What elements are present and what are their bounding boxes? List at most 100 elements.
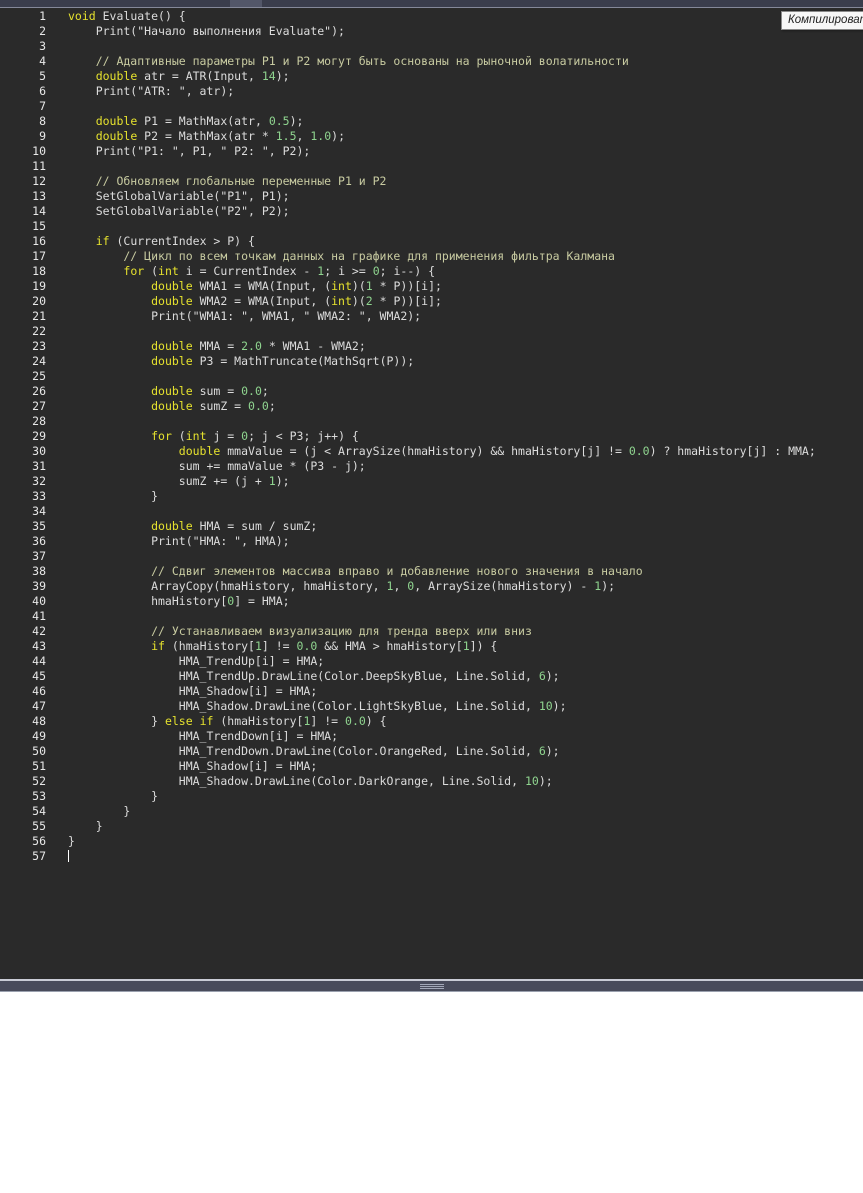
code-line[interactable]: 51 HMA_Shadow[i] = HMA; [0,759,863,774]
code-line[interactable]: 47 HMA_Shadow.DrawLine(Color.LightSkyBlu… [0,699,863,714]
code-line[interactable]: 20 double WMA2 = WMA(Input, (int)(2 * P)… [0,294,863,309]
code-line[interactable]: 18 for (int i = CurrentIndex - 1; i >= 0… [0,264,863,279]
code-line[interactable]: 31 sum += mmaValue * (P3 - j); [0,459,863,474]
line-number: 37 [0,549,46,564]
ide-window: 1void Evaluate() {2 Print("Начало выполн… [0,0,863,1193]
code-line[interactable]: 34 [0,504,863,519]
code-line[interactable]: 13 SetGlobalVariable("P1", P1); [0,189,863,204]
code-text: double MMA = 2.0 * WMA1 - WMA2; [46,339,366,354]
code-line[interactable]: 14 SetGlobalVariable("P2", P2); [0,204,863,219]
code-line[interactable]: 37 [0,549,863,564]
line-number: 19 [0,279,46,294]
code-line[interactable]: 2 Print("Начало выполнения Evaluate"); [0,24,863,39]
code-line[interactable]: 25 [0,369,863,384]
code-line[interactable]: 22 [0,324,863,339]
code-text: HMA_Shadow[i] = HMA; [46,684,317,699]
code-line[interactable]: 40 hmaHistory[0] = HMA; [0,594,863,609]
line-number: 10 [0,144,46,159]
code-text: HMA_Shadow[i] = HMA; [46,759,317,774]
code-line[interactable]: 48 } else if (hmaHistory[1] != 0.0) { [0,714,863,729]
code-text [46,609,68,624]
line-number: 6 [0,84,46,99]
line-number: 50 [0,744,46,759]
code-lines-container: 1void Evaluate() {2 Print("Начало выполн… [0,9,863,864]
code-text: HMA_Shadow.DrawLine(Color.LightSkyBlue, … [46,699,567,714]
code-line[interactable]: 54 } [0,804,863,819]
code-line[interactable]: 16 if (CurrentIndex > P) { [0,234,863,249]
code-line[interactable]: 17 // Цикл по всем точкам данных на граф… [0,249,863,264]
code-line[interactable]: 21 Print("WMA1: ", WMA1, " WMA2: ", WMA2… [0,309,863,324]
code-line[interactable]: 52 HMA_Shadow.DrawLine(Color.DarkOrange,… [0,774,863,789]
code-line[interactable]: 4 // Адаптивные параметры P1 и P2 могут … [0,54,863,69]
code-text [46,414,68,429]
code-line[interactable]: 9 double P2 = MathMax(atr * 1.5, 1.0); [0,129,863,144]
code-line[interactable]: 38 // Сдвиг элементов массива вправо и д… [0,564,863,579]
code-line[interactable]: 11 [0,159,863,174]
line-number: 17 [0,249,46,264]
code-text: Print("Начало выполнения Evaluate"); [46,24,345,39]
code-line[interactable]: 50 HMA_TrendDown.DrawLine(Color.OrangeRe… [0,744,863,759]
code-line[interactable]: 15 [0,219,863,234]
code-line[interactable]: 3 [0,39,863,54]
line-number: 20 [0,294,46,309]
code-line[interactable]: 26 double sum = 0.0; [0,384,863,399]
splitter-grip-icon[interactable] [420,983,444,990]
line-number: 32 [0,474,46,489]
code-text: HMA_TrendUp[i] = HMA; [46,654,324,669]
code-line[interactable]: 28 [0,414,863,429]
code-text [46,159,68,174]
line-number: 18 [0,264,46,279]
code-line[interactable]: 57 [0,849,863,864]
code-line[interactable]: 7 [0,99,863,114]
code-line[interactable]: 45 HMA_TrendUp.DrawLine(Color.DeepSkyBlu… [0,669,863,684]
code-text [46,99,68,114]
line-number: 1 [0,9,46,24]
code-line[interactable]: 19 double WMA1 = WMA(Input, (int)(1 * P)… [0,279,863,294]
code-text: Print("ATR: ", atr); [46,84,234,99]
code-text [46,504,68,519]
line-number: 21 [0,309,46,324]
code-line[interactable]: 6 Print("ATR: ", atr); [0,84,863,99]
code-editor[interactable]: 1void Evaluate() {2 Print("Начало выполн… [0,8,863,979]
code-line[interactable]: 55 } [0,819,863,834]
code-line[interactable]: 30 double mmaValue = (j < ArraySize(hmaH… [0,444,863,459]
code-text: void Evaluate() { [46,9,186,24]
code-line[interactable]: 27 double sumZ = 0.0; [0,399,863,414]
code-line[interactable]: 36 Print("HMA: ", HMA); [0,534,863,549]
code-line[interactable]: 8 double P1 = MathMax(atr, 0.5); [0,114,863,129]
output-panel [0,992,863,1193]
code-line[interactable]: 10 Print("P1: ", P1, " P2: ", P2); [0,144,863,159]
line-number: 16 [0,234,46,249]
line-number: 34 [0,504,46,519]
code-line[interactable]: 12 // Обновляем глобальные переменные P1… [0,174,863,189]
top-toolbar [0,0,863,8]
code-line[interactable]: 23 double MMA = 2.0 * WMA1 - WMA2; [0,339,863,354]
code-line[interactable]: 35 double HMA = sum / sumZ; [0,519,863,534]
code-line[interactable]: 44 HMA_TrendUp[i] = HMA; [0,654,863,669]
code-line[interactable]: 5 double atr = ATR(Input, 14); [0,69,863,84]
code-text: HMA_TrendDown[i] = HMA; [46,729,338,744]
code-line[interactable]: 1void Evaluate() { [0,9,863,24]
code-line[interactable]: 53 } [0,789,863,804]
code-text: if (CurrentIndex > P) { [46,234,255,249]
code-text: for (int i = CurrentIndex - 1; i >= 0; i… [46,264,435,279]
code-line[interactable]: 46 HMA_Shadow[i] = HMA; [0,684,863,699]
line-number: 56 [0,834,46,849]
code-line[interactable]: 43 if (hmaHistory[1] != 0.0 && HMA > hma… [0,639,863,654]
code-line[interactable]: 42 // Устанавливаем визуализацию для тре… [0,624,863,639]
line-number: 28 [0,414,46,429]
code-line[interactable]: 32 sumZ += (j + 1); [0,474,863,489]
line-number: 45 [0,669,46,684]
code-line[interactable]: 56} [0,834,863,849]
line-number: 12 [0,174,46,189]
code-line[interactable]: 33 } [0,489,863,504]
code-text: HMA_Shadow.DrawLine(Color.DarkOrange, Li… [46,774,553,789]
line-number: 22 [0,324,46,339]
code-line[interactable]: 39 ArrayCopy(hmaHistory, hmaHistory, 1, … [0,579,863,594]
code-line[interactable]: 29 for (int j = 0; j < P3; j++) { [0,429,863,444]
panel-splitter[interactable] [0,979,863,992]
code-line[interactable]: 41 [0,609,863,624]
code-line[interactable]: 24 double P3 = MathTruncate(MathSqrt(P))… [0,354,863,369]
code-text: } [46,489,158,504]
code-line[interactable]: 49 HMA_TrendDown[i] = HMA; [0,729,863,744]
